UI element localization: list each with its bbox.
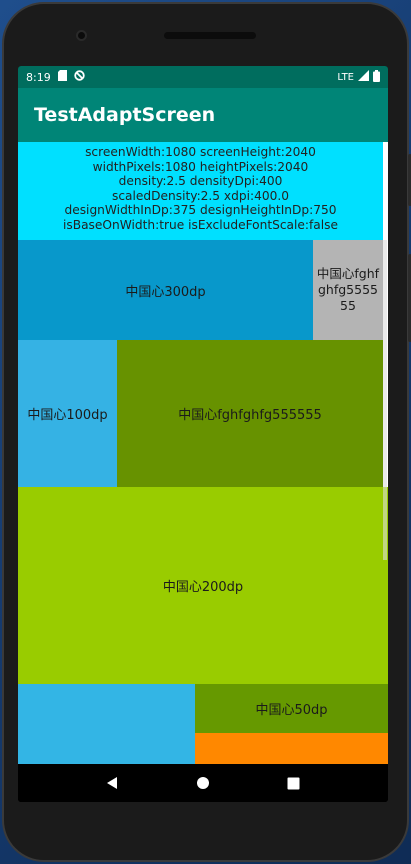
sd-card-icon (57, 70, 67, 84)
block-300dp-label: 中国心300dp (125, 284, 206, 300)
block-200dp: 中国心200dp (18, 487, 388, 684)
info-line: widthPixels:1080 heightPixels:2040 (92, 159, 309, 174)
block-50dp-label: 中国心50dp (255, 703, 328, 718)
block-orange (195, 733, 388, 764)
home-icon[interactable] (193, 773, 213, 793)
info-line: screenWidth:1080 screenHeight:2040 (85, 145, 316, 159)
earpiece (164, 32, 256, 39)
info-line: density:2.5 densityDpi:400 (118, 174, 283, 188)
block-100dp-label: 中国心100dp (27, 408, 108, 423)
block-olive-label: 中国心fghfghfg555555 (178, 408, 322, 423)
scrollbar[interactable] (383, 240, 387, 560)
block-gray-label: 中国心fghfghfg555555 (316, 266, 380, 313)
block-100dp: 中国心100dp (18, 340, 117, 487)
block-olive: 中国心fghfghfg555555 (117, 340, 383, 487)
recents-icon[interactable] (283, 773, 303, 793)
block-blue (18, 684, 195, 764)
front-camera (76, 30, 87, 41)
block-gray: 中国心fghfghfg555555 (313, 240, 383, 340)
screen-info-panel: screenWidth:1080 screenHeight:2040 width… (18, 142, 383, 240)
status-bar: 8:19 LTE (18, 66, 388, 88)
network-type: LTE (337, 71, 354, 83)
info-line: scaledDensity:2.5 xdpi:400.0 (111, 188, 289, 203)
block-300dp: 中国心300dp (18, 240, 313, 340)
info-line: isBaseOnWidth:true isExcludeFontScale:fa… (62, 217, 339, 232)
info-line: designWidthInDp:375 designHeightInDp:750 (64, 203, 337, 217)
device-screen: 8:19 LTE TestAdaptScreen screenWidth:108… (18, 66, 388, 802)
content-area[interactable]: screenWidth:1080 screenHeight:2040 width… (18, 142, 388, 764)
battery-icon (373, 69, 380, 85)
status-time: 8:19 (26, 70, 51, 84)
block-200dp-label: 中国心200dp (162, 580, 244, 595)
block-50dp: 中国心50dp (195, 684, 388, 733)
no-entry-icon (74, 70, 85, 84)
navigation-bar (18, 764, 388, 802)
back-icon[interactable] (103, 773, 123, 793)
signal-icon (358, 70, 369, 84)
app-title: TestAdaptScreen (34, 104, 216, 126)
app-bar: TestAdaptScreen (18, 88, 388, 142)
